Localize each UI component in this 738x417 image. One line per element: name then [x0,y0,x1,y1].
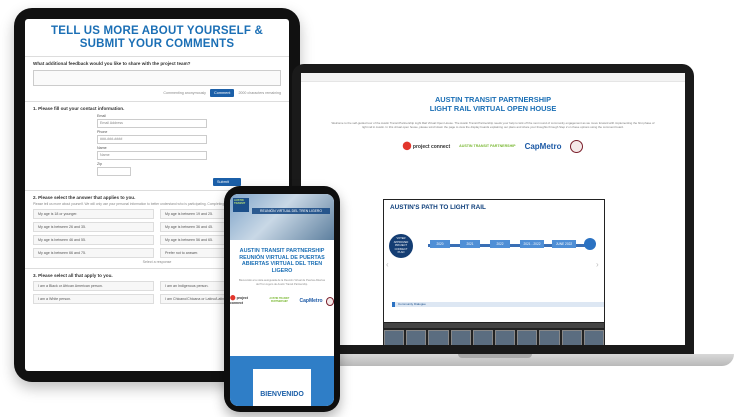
capmetro-logo: CapMetro [524,141,562,151]
austin-transit-badge: AUSTIN TRANSIT [233,198,249,212]
chevron-left-icon[interactable]: ‹ [386,260,389,269]
feedback-question: What additional feedback would you like … [33,61,191,66]
browser-topbar [301,73,685,82]
chars-remaining: 2000 characters remaining [238,91,281,95]
timeline-milestone: 2021 [460,240,480,248]
capmetro-logo: CapMetro [299,298,323,305]
name-label: Name [97,146,107,150]
city-seal-icon [570,139,584,153]
timeline-milestone: 2021 - 2022 [520,240,544,248]
comment-button[interactable]: Comment [209,89,235,97]
person-icon [584,238,596,250]
slide-content: AUSTIN'S PATH TO LIGHT RAIL ‹ › VOTER AP… [384,200,604,322]
community-dialogue-bar: Community Dialogue [392,302,604,307]
contact-section: 1. Please fill out your contact informat… [25,101,289,190]
bienvenido-text: BIENVENIDO [260,391,304,398]
slide-thumbnail[interactable] [472,330,494,345]
laptop-device: AUSTIN TRANSIT PARTNERSHIP LIGHT RAIL VI… [292,64,694,354]
slide-thumbnail[interactable] [384,330,405,345]
slide-thumbnail[interactable] [561,330,582,345]
austin-transit-logo: AUSTIN TRANSIT PARTNERSHIP [269,297,290,304]
slide-thumbnail[interactable] [450,330,471,345]
email-field[interactable]: Email Address [97,119,207,128]
phone-device: AUSTIN TRANSIT REUNIÓN VIRTUAL DEL TREN … [224,186,340,412]
hero-image: AUSTIN TRANSIT REUNIÓN VIRTUAL DEL TREN … [230,194,334,240]
laptop-notch [458,354,532,358]
phone-field[interactable]: ###-###-#### [97,135,207,144]
title-line-2: LIGHT RAIL VIRTUAL OPEN HOUSE [429,103,557,113]
ethnicity-option[interactable]: I am a Black or African American person. [33,281,154,292]
commenting-as-label: Commenting anonymously [163,91,206,95]
laptop-screen: AUSTIN TRANSIT PARTNERSHIP LIGHT RAIL VI… [301,73,685,345]
comment-row: Commenting anonymously Comment 2000 char… [33,89,281,97]
slide-title: AUSTIN'S PATH TO LIGHT RAIL [390,204,486,211]
age-option[interactable]: My age is 18 or younger. [33,209,154,220]
city-seal-icon [325,296,334,306]
age-option[interactable]: My age is between 46 and 55. [33,235,154,246]
slide-thumbnail[interactable] [517,330,538,345]
slide-thumbnail[interactable] [406,330,427,345]
name-field[interactable]: Name [97,151,207,160]
phone-label: Phone [97,130,108,134]
hero-caption: REUNIÓN VIRTUAL DEL TREN LIGERO [252,208,330,215]
phone-screen: AUSTIN TRANSIT REUNIÓN VIRTUAL DEL TREN … [230,194,334,406]
welcome-card: BIENVENIDO [253,369,311,406]
project-connect-logo: ⬤ project connect [230,296,259,306]
timeline-milestone: 2020 [430,240,450,248]
timeline-milestone: 2022 [490,240,510,248]
open-house-title: AUSTIN TRANSIT PARTNERSHIP LIGHT RAIL VI… [301,95,685,113]
austin-transit-logo: AUSTIN TRANSIT PARTNERSHIP [459,144,516,149]
phone-partner-logos: ⬤ project connect AUSTIN TRANSIT PARTNER… [230,296,334,306]
phone-intro: Bienvenido a la visita autoguiada de la … [238,279,326,286]
contact-heading: 1. Please fill out your contact informat… [33,106,125,111]
slide-thumbnail[interactable] [495,330,516,345]
phone-title: AUSTIN TRANSIT PARTNERSHIP REUNIÓN VIRTU… [239,248,325,274]
zip-field[interactable] [97,167,131,176]
map-pin-icon: ⬤ [402,140,412,150]
contact-form: Email Email Address Phone ###-###-#### N… [97,114,281,176]
timeline-milestone: JUNE 2022 [552,240,576,248]
slide-thumbnail[interactable] [583,330,605,345]
submit-button[interactable]: Submit [213,178,241,186]
feedback-textarea[interactable] [33,70,281,86]
chevron-right-icon[interactable]: › [596,260,599,269]
feedback-section: What additional feedback would you like … [25,56,289,101]
age-option[interactable]: My age is between 26 and 35. [33,222,154,233]
intro-text: Welcome to the self-guided tour of the A… [331,121,655,129]
slide-controls[interactable] [384,323,604,328]
presentation-slide[interactable]: AUSTIN'S PATH TO LIGHT RAIL ‹ › VOTER AP… [383,199,605,345]
age-option[interactable]: My age is between 66 and 75. [33,248,154,259]
slide-thumbnails [384,330,605,345]
slide-thumbnail[interactable] [539,330,560,345]
page-title: TELL US MORE ABOUT YOURSELF & SUBMIT YOU… [51,25,263,50]
project-connect-logo: ⬤ project connect [402,140,451,150]
ethnicity-option[interactable]: I am a White person. [33,294,154,305]
project-connect-text: project connect [412,143,451,150]
zip-label: Zip [97,162,102,166]
timeline-start: VOTER APPROVED PROJECT CONNECT PLAN [389,234,413,258]
slide-thumbnail[interactable] [428,330,449,345]
partner-logos: ⬤ project connect AUSTIN TRANSIT PARTNER… [301,139,685,153]
email-label: Email [97,114,106,118]
